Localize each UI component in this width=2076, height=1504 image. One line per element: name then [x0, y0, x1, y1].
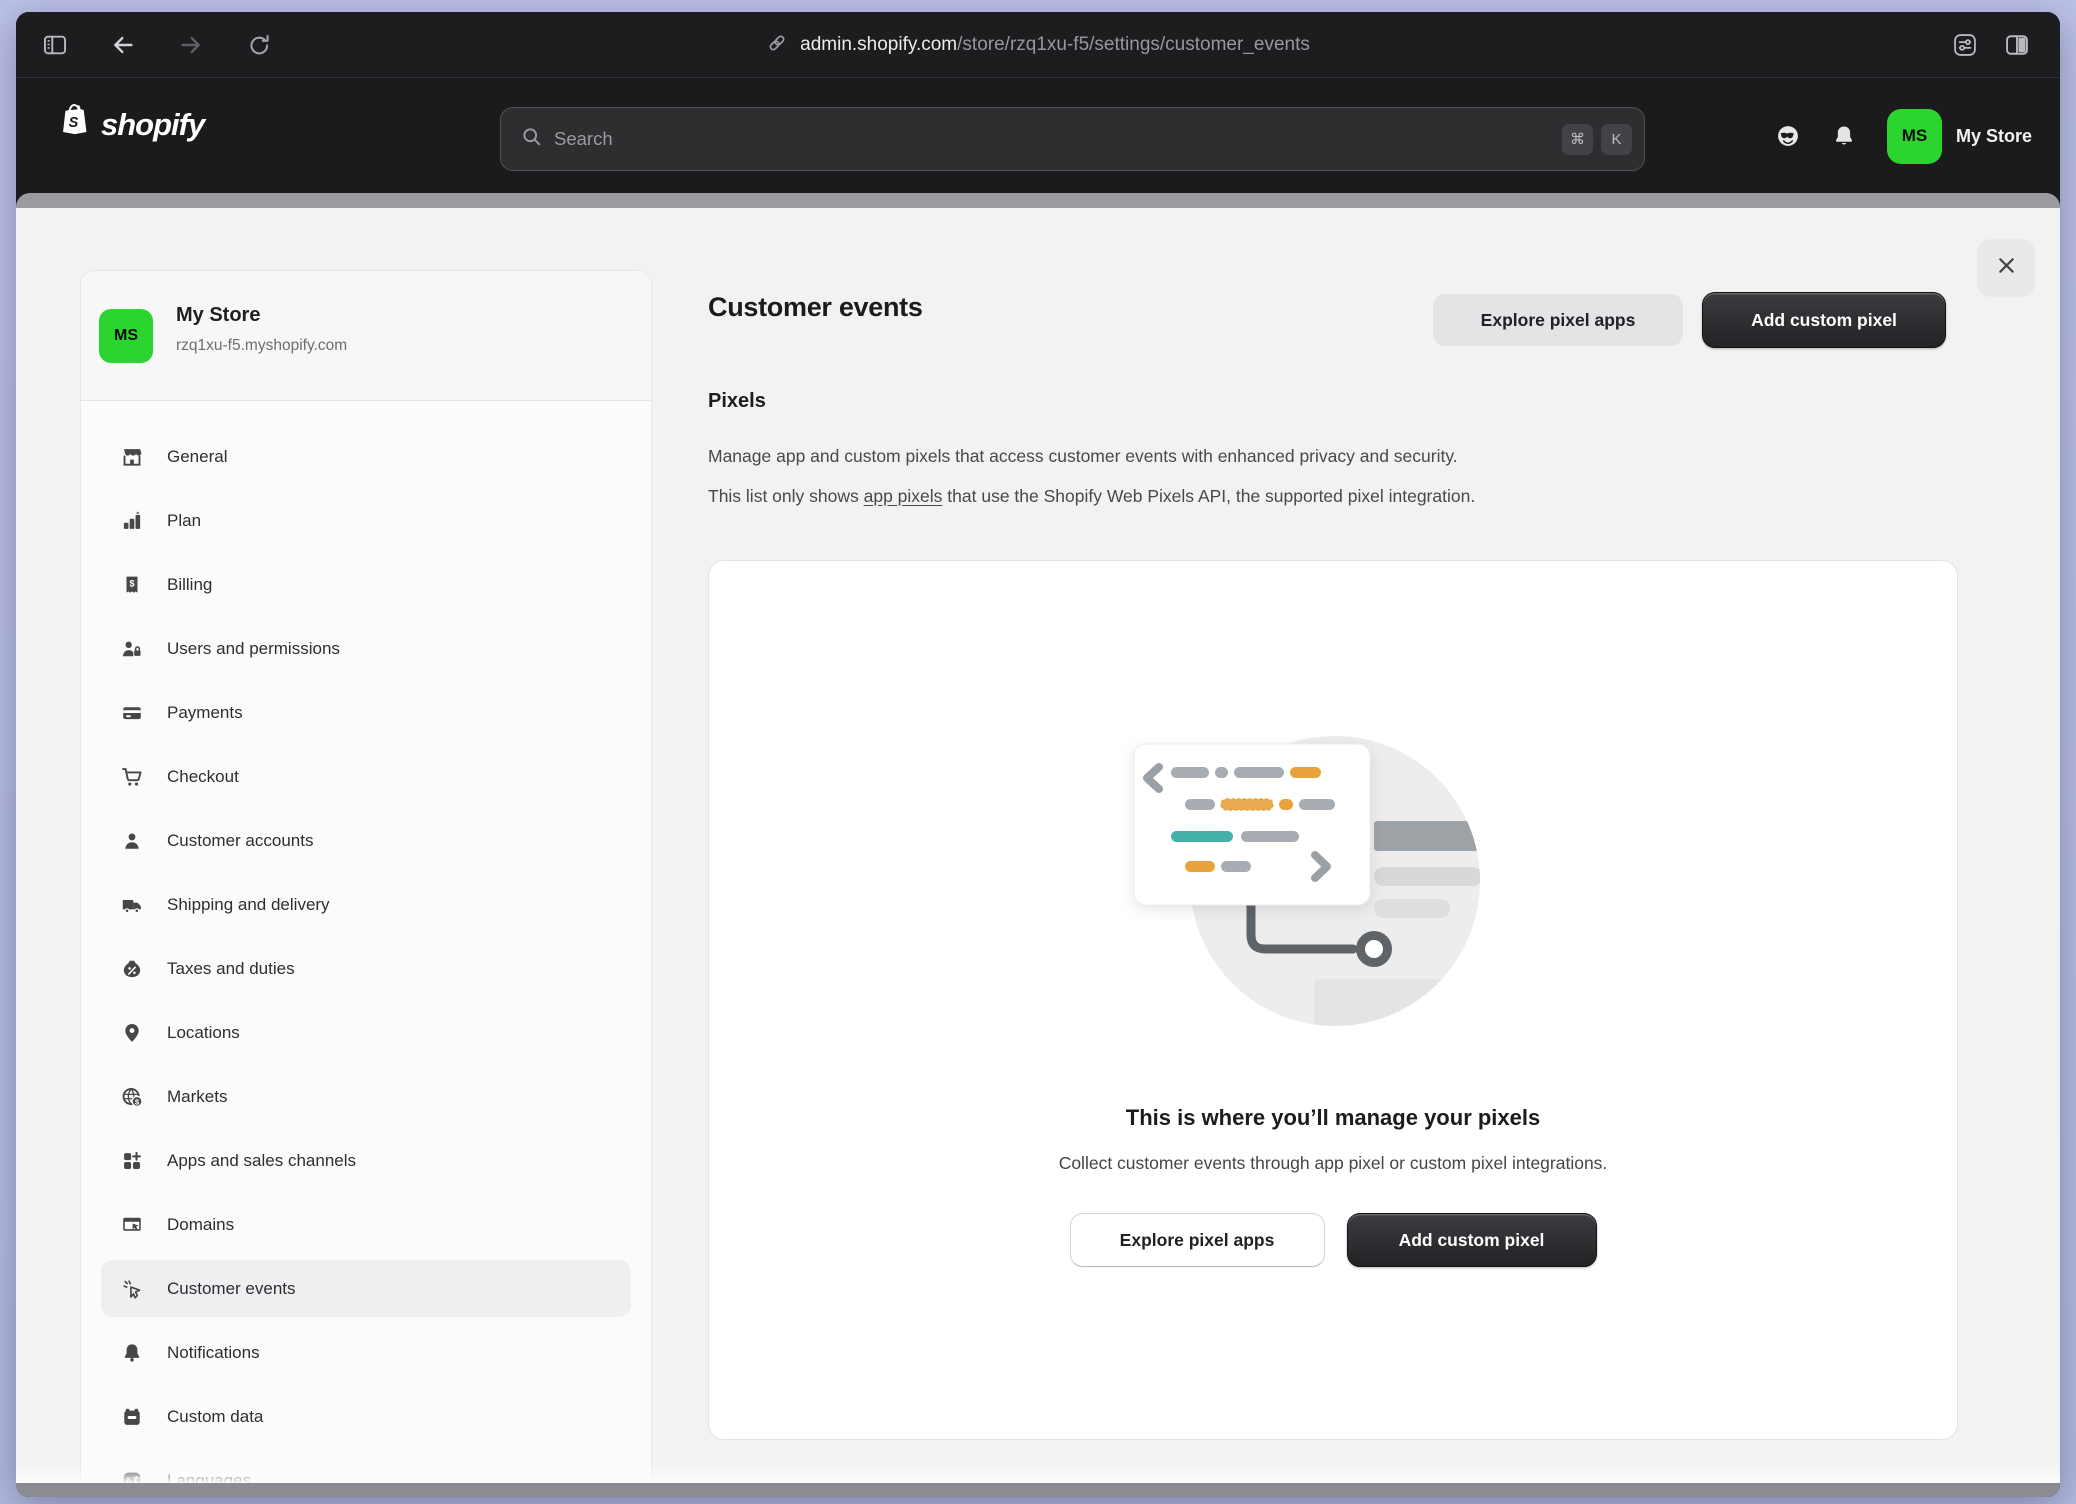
- k-key-badge: K: [1601, 124, 1632, 155]
- search-input[interactable]: Search ⌘ K: [500, 107, 1645, 171]
- admin-header: shopify Search ⌘ K MS My Store: [16, 79, 2060, 193]
- sidebar-item-label: Checkout: [167, 767, 239, 787]
- settings-menu: General Plan Billing Users and permissio…: [101, 428, 631, 1483]
- app-pixels-link[interactable]: app pixels: [864, 486, 943, 506]
- browser-toolbar: admin.shopify.com/store/rzq1xu-f5/settin…: [16, 12, 2060, 78]
- sidebar-item-languages[interactable]: Languages: [101, 1452, 631, 1483]
- sidebar-item-custom-data[interactable]: Custom data: [101, 1388, 631, 1445]
- sidebar-item-domains[interactable]: Domains: [101, 1196, 631, 1253]
- sidebar-store-name: My Store: [176, 304, 260, 327]
- sidebar-item-icon: [121, 1214, 143, 1236]
- search-placeholder: Search: [554, 128, 1554, 150]
- sidebar-item-icon: [121, 1086, 143, 1108]
- settings-sidebar: MS My Store rzq1xu-f5.myshopify.com Gene…: [80, 270, 652, 1483]
- sidebar-item-label: Taxes and duties: [167, 959, 295, 979]
- address-bar[interactable]: admin.shopify.com/store/rzq1xu-f5/settin…: [16, 12, 2060, 78]
- reload-icon[interactable]: [246, 32, 272, 58]
- browser-window: admin.shopify.com/store/rzq1xu-f5/settin…: [16, 12, 2060, 1497]
- page-title: Customer events: [708, 292, 923, 323]
- empty-state-explore-pixel-apps-button[interactable]: Explore pixel apps: [1070, 1213, 1325, 1267]
- desktop: admin.shopify.com/store/rzq1xu-f5/settin…: [0, 0, 2076, 1504]
- explore-pixel-apps-button[interactable]: Explore pixel apps: [1433, 294, 1683, 346]
- add-custom-pixel-button[interactable]: Add custom pixel: [1702, 292, 1946, 348]
- pixels-illustration: [1101, 721, 1521, 1041]
- shopify-wordmark: shopify: [101, 107, 204, 143]
- back-icon[interactable]: [110, 32, 136, 58]
- url-path: /store/rzq1xu-f5/settings/customer_event…: [957, 34, 1310, 55]
- pixels-section-heading: Pixels: [708, 390, 766, 413]
- sidebar-item-icon: [121, 446, 143, 468]
- sidebar-item-icon: [121, 894, 143, 916]
- sidebar-item-icon: [121, 1342, 143, 1364]
- sidebar-item-icon: [121, 1150, 143, 1172]
- sidebar-item-icon: [121, 766, 143, 788]
- sidebar-item-icon: [121, 1470, 143, 1484]
- empty-state-heading: This is where you’ll manage your pixels: [709, 1105, 1957, 1131]
- pixels-description: Manage app and custom pixels that access…: [708, 436, 1978, 516]
- sidebar-item-icon: [121, 638, 143, 660]
- close-icon: [1995, 254, 2018, 282]
- sidebar-item-label: Shipping and delivery: [167, 895, 330, 915]
- forward-icon[interactable]: [178, 32, 204, 58]
- sidebar-item-label: Languages: [167, 1471, 251, 1484]
- notifications-bell-icon[interactable]: [1831, 123, 1857, 149]
- sidebar-item-notifications[interactable]: Notifications: [101, 1324, 631, 1381]
- url-host: admin.shopify.com: [800, 34, 957, 55]
- pixels-empty-state-card: This is where you’ll manage your pixels …: [708, 560, 1958, 1440]
- search-icon: [521, 126, 542, 152]
- sidebar-item-icon: [121, 1022, 143, 1044]
- sidebar-store-card[interactable]: MS My Store rzq1xu-f5.myshopify.com: [81, 271, 651, 401]
- sidebar-item-icon: [121, 702, 143, 724]
- sidebar-item-apps-and-sales-channels[interactable]: Apps and sales channels: [101, 1132, 631, 1189]
- empty-state-subtext: Collect customer events through app pixe…: [709, 1153, 1957, 1174]
- sidebar-item-plan[interactable]: Plan: [101, 492, 631, 549]
- sidebar-item-icon: [121, 1278, 143, 1300]
- sidekick-avatar-icon[interactable]: [1775, 123, 1801, 149]
- sidebar-item-label: Plan: [167, 511, 201, 531]
- sidebar-item-label: Payments: [167, 703, 243, 723]
- sidebar-item-label: Customer events: [167, 1279, 296, 1299]
- shopify-logo[interactable]: shopify: [56, 101, 204, 148]
- sidebar-item-taxes-and-duties[interactable]: Taxes and duties: [101, 940, 631, 997]
- sidebar-item-locations[interactable]: Locations: [101, 1004, 631, 1061]
- sidebar-item-general[interactable]: General: [101, 428, 631, 485]
- sidebar-item-label: Locations: [167, 1023, 240, 1043]
- sidebar-item-label: Apps and sales channels: [167, 1151, 356, 1171]
- sidebar-store-avatar: MS: [99, 309, 153, 363]
- sidebar-item-customer-events[interactable]: Customer events: [101, 1260, 631, 1317]
- cmd-key-badge: ⌘: [1562, 124, 1593, 155]
- sidebar-item-icon: [121, 830, 143, 852]
- sidebar-item-markets[interactable]: Markets: [101, 1068, 631, 1125]
- sidebar-item-label: Customer accounts: [167, 831, 313, 851]
- sidebar-item-label: Markets: [167, 1087, 227, 1107]
- sidebar-item-label: Billing: [167, 575, 212, 595]
- sidebar-item-icon: [121, 574, 143, 596]
- close-button[interactable]: [1977, 239, 2035, 297]
- browser-tune-icon[interactable]: [1952, 32, 1978, 58]
- header-store-name[interactable]: My Store: [1956, 126, 2032, 147]
- sidebar-item-customer-accounts[interactable]: Customer accounts: [101, 812, 631, 869]
- sidebar-item-billing[interactable]: Billing: [101, 556, 631, 613]
- sidebar-item-label: Users and permissions: [167, 639, 340, 659]
- sidebar-item-icon: [121, 958, 143, 980]
- sidebar-item-payments[interactable]: Payments: [101, 684, 631, 741]
- sidebar-item-label: Notifications: [167, 1343, 260, 1363]
- shopify-bag-icon: [56, 101, 92, 148]
- sidebar-item-checkout[interactable]: Checkout: [101, 748, 631, 805]
- link-icon: [766, 32, 788, 59]
- empty-state-add-custom-pixel-button[interactable]: Add custom pixel: [1347, 1213, 1597, 1267]
- sidebar-store-domain: rzq1xu-f5.myshopify.com: [176, 337, 347, 355]
- settings-modal: MS My Store rzq1xu-f5.myshopify.com Gene…: [16, 208, 2060, 1483]
- split-view-icon[interactable]: [2004, 32, 2030, 58]
- store-avatar[interactable]: MS: [1887, 109, 1942, 164]
- sidebar-item-label: Custom data: [167, 1407, 263, 1427]
- sidebar-toggle-icon[interactable]: [42, 32, 68, 58]
- sidebar-item-shipping-and-delivery[interactable]: Shipping and delivery: [101, 876, 631, 933]
- sidebar-item-icon: [121, 510, 143, 532]
- sidebar-item-users-and-permissions[interactable]: Users and permissions: [101, 620, 631, 677]
- sidebar-item-icon: [121, 1406, 143, 1428]
- sidebar-item-label: Domains: [167, 1215, 234, 1235]
- sidebar-item-label: General: [167, 447, 227, 467]
